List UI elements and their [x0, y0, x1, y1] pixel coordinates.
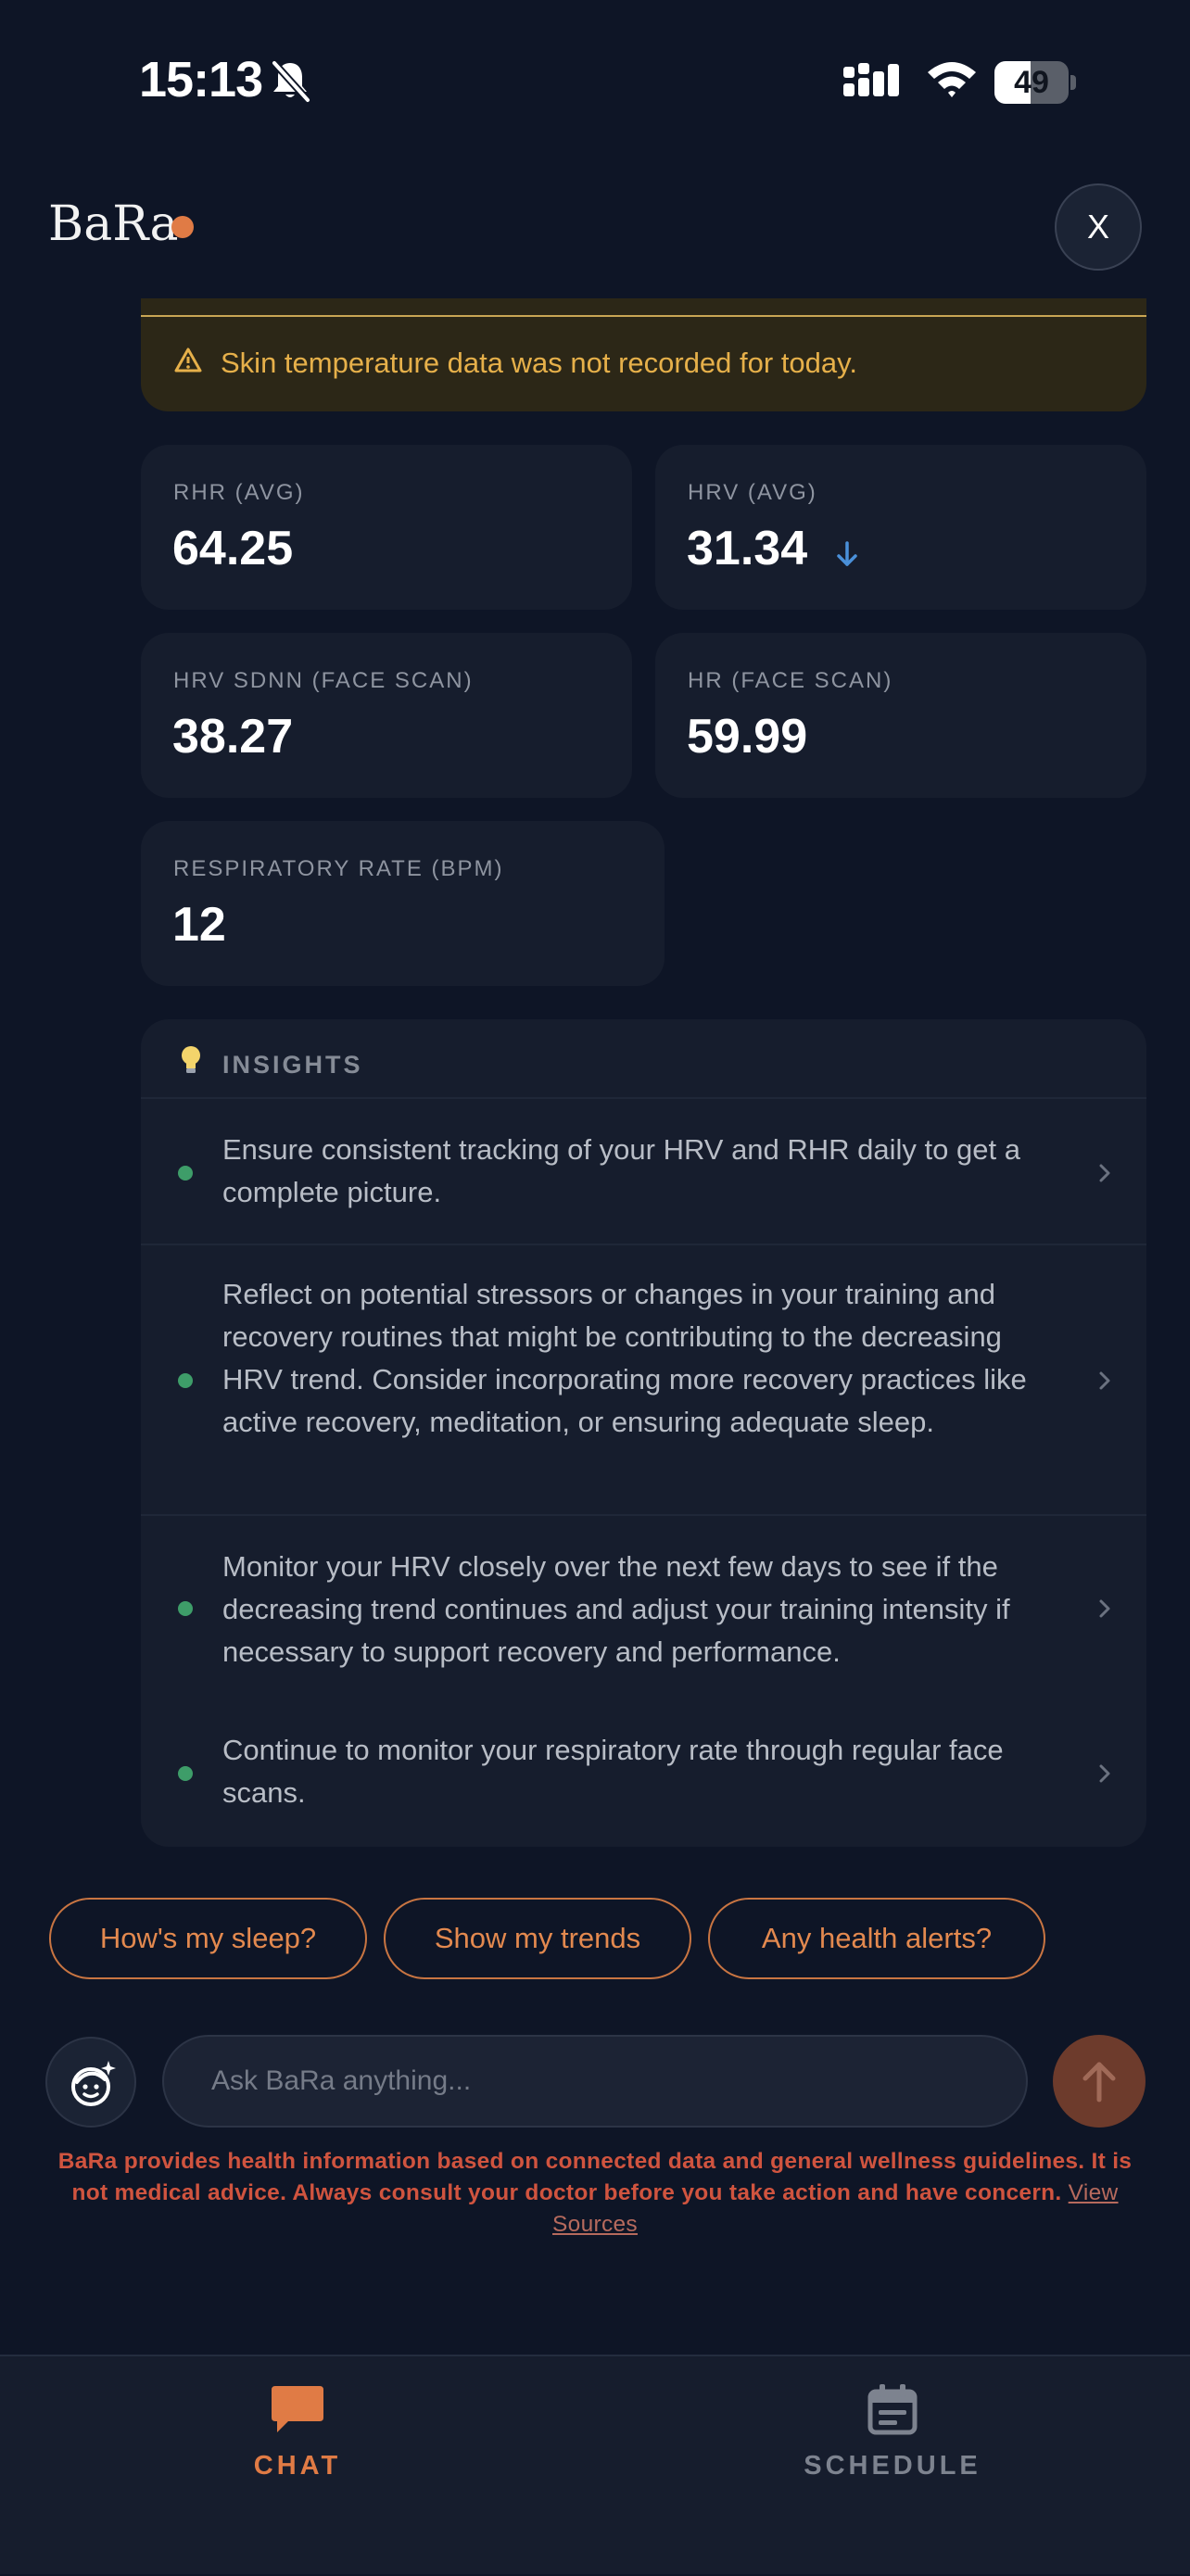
brand-logo: BaRa: [48, 196, 179, 252]
nav-tab-schedule[interactable]: SCHEDULE: [595, 2356, 1190, 2576]
battery-indicator: 49: [994, 61, 1076, 104]
chevron-right-icon: [1099, 1371, 1110, 1390]
quick-reply-sleep[interactable]: How's my sleep?: [49, 1898, 367, 1979]
metric-label: HRV SDNN (FACE SCAN): [173, 668, 474, 693]
metric-label: HR (FACE SCAN): [688, 668, 893, 693]
nav-label-schedule: SCHEDULE: [804, 2451, 981, 2481]
nav-tab-chat[interactable]: CHAT: [0, 2356, 595, 2576]
insight-item[interactable]: Ensure consistent tracking of your HRV a…: [141, 1101, 1146, 1245]
ask-input[interactable]: [162, 2035, 1028, 2128]
calendar-icon: [867, 2384, 918, 2435]
metric-value: 38.27: [172, 710, 294, 764]
warning-icon: [174, 347, 202, 373]
arrow-up-icon: [1082, 2062, 1116, 2102]
avatar-button[interactable]: [45, 2037, 136, 2128]
metric-card-rhr: RHR (AVG) 64.25: [141, 445, 632, 610]
quick-reply-health-alerts[interactable]: Any health alerts?: [708, 1898, 1045, 1979]
disclaimer: BaRa provides health information based o…: [56, 2146, 1134, 2241]
metric-card-respiratory-rate: RESPIRATORY RATE (BPM) 12: [141, 821, 665, 986]
status-time: 15:13: [139, 52, 263, 107]
smiley-sparkle-icon: [71, 2061, 116, 2106]
metric-value: 31.34: [687, 522, 808, 575]
insight-text: Continue to monitor your respiratory rat…: [222, 1734, 1004, 1809]
metric-label: RESPIRATORY RATE (BPM): [173, 856, 504, 881]
insights-header: INSIGHTS: [141, 1019, 1146, 1099]
close-button[interactable]: X: [1055, 183, 1142, 271]
chevron-right-icon: [1099, 1164, 1110, 1182]
bottom-nav: CHAT SCHEDULE: [0, 2355, 1190, 2574]
status-dot: [171, 216, 194, 238]
metric-value: 59.99: [687, 710, 808, 764]
insight-text: Monitor your HRV closely over the next f…: [222, 1550, 1010, 1668]
disclaimer-text: BaRa provides health information based o…: [57, 2149, 1133, 2205]
warning-banner: Skin temperature data was not recorded f…: [141, 298, 1146, 411]
insight-item[interactable]: Continue to monitor your respiratory rat…: [141, 1701, 1146, 1847]
chat-bubble-icon: [272, 2386, 323, 2432]
insights-title: INSIGHTS: [222, 1051, 363, 1079]
insight-text: Reflect on potential stressors or change…: [222, 1278, 1027, 1438]
send-button[interactable]: [1053, 2035, 1146, 2128]
metric-card-hrv-sdnn: HRV SDNN (FACE SCAN) 38.27: [141, 633, 632, 798]
lightbulb-icon: [182, 1046, 200, 1073]
insight-bullet: [178, 1166, 193, 1181]
insight-bullet: [178, 1766, 193, 1781]
metric-card-hr: HR (FACE SCAN) 59.99: [655, 633, 1146, 798]
signal-icon: [843, 63, 899, 96]
chevron-right-icon: [1099, 1764, 1110, 1783]
wifi-icon: [928, 62, 976, 97]
metric-label: HRV (AVG): [688, 480, 817, 505]
insight-bullet: [178, 1601, 193, 1616]
metric-value: 12: [172, 898, 226, 952]
metric-label: RHR (AVG): [173, 480, 305, 505]
metric-value: 64.25: [172, 522, 294, 575]
insight-item[interactable]: Reflect on potential stressors or change…: [141, 1245, 1146, 1516]
insight-item[interactable]: Monitor your HRV closely over the next f…: [141, 1516, 1146, 1701]
quick-reply-trends[interactable]: Show my trends: [384, 1898, 691, 1979]
insights-panel: INSIGHTS Ensure consistent tracking of y…: [141, 1019, 1146, 1847]
battery-percent: 49: [1014, 65, 1049, 100]
chevron-right-icon: [1099, 1599, 1110, 1618]
bell-muted-icon: [272, 60, 310, 103]
insight-text: Ensure consistent tracking of your HRV a…: [222, 1133, 1020, 1208]
warning-text: Skin temperature data was not recorded f…: [221, 347, 857, 379]
metric-card-hrv: HRV (AVG) 31.34: [655, 445, 1146, 610]
arrow-down-icon: [837, 541, 857, 566]
nav-label-chat: CHAT: [253, 2451, 342, 2481]
insight-bullet: [178, 1373, 193, 1388]
